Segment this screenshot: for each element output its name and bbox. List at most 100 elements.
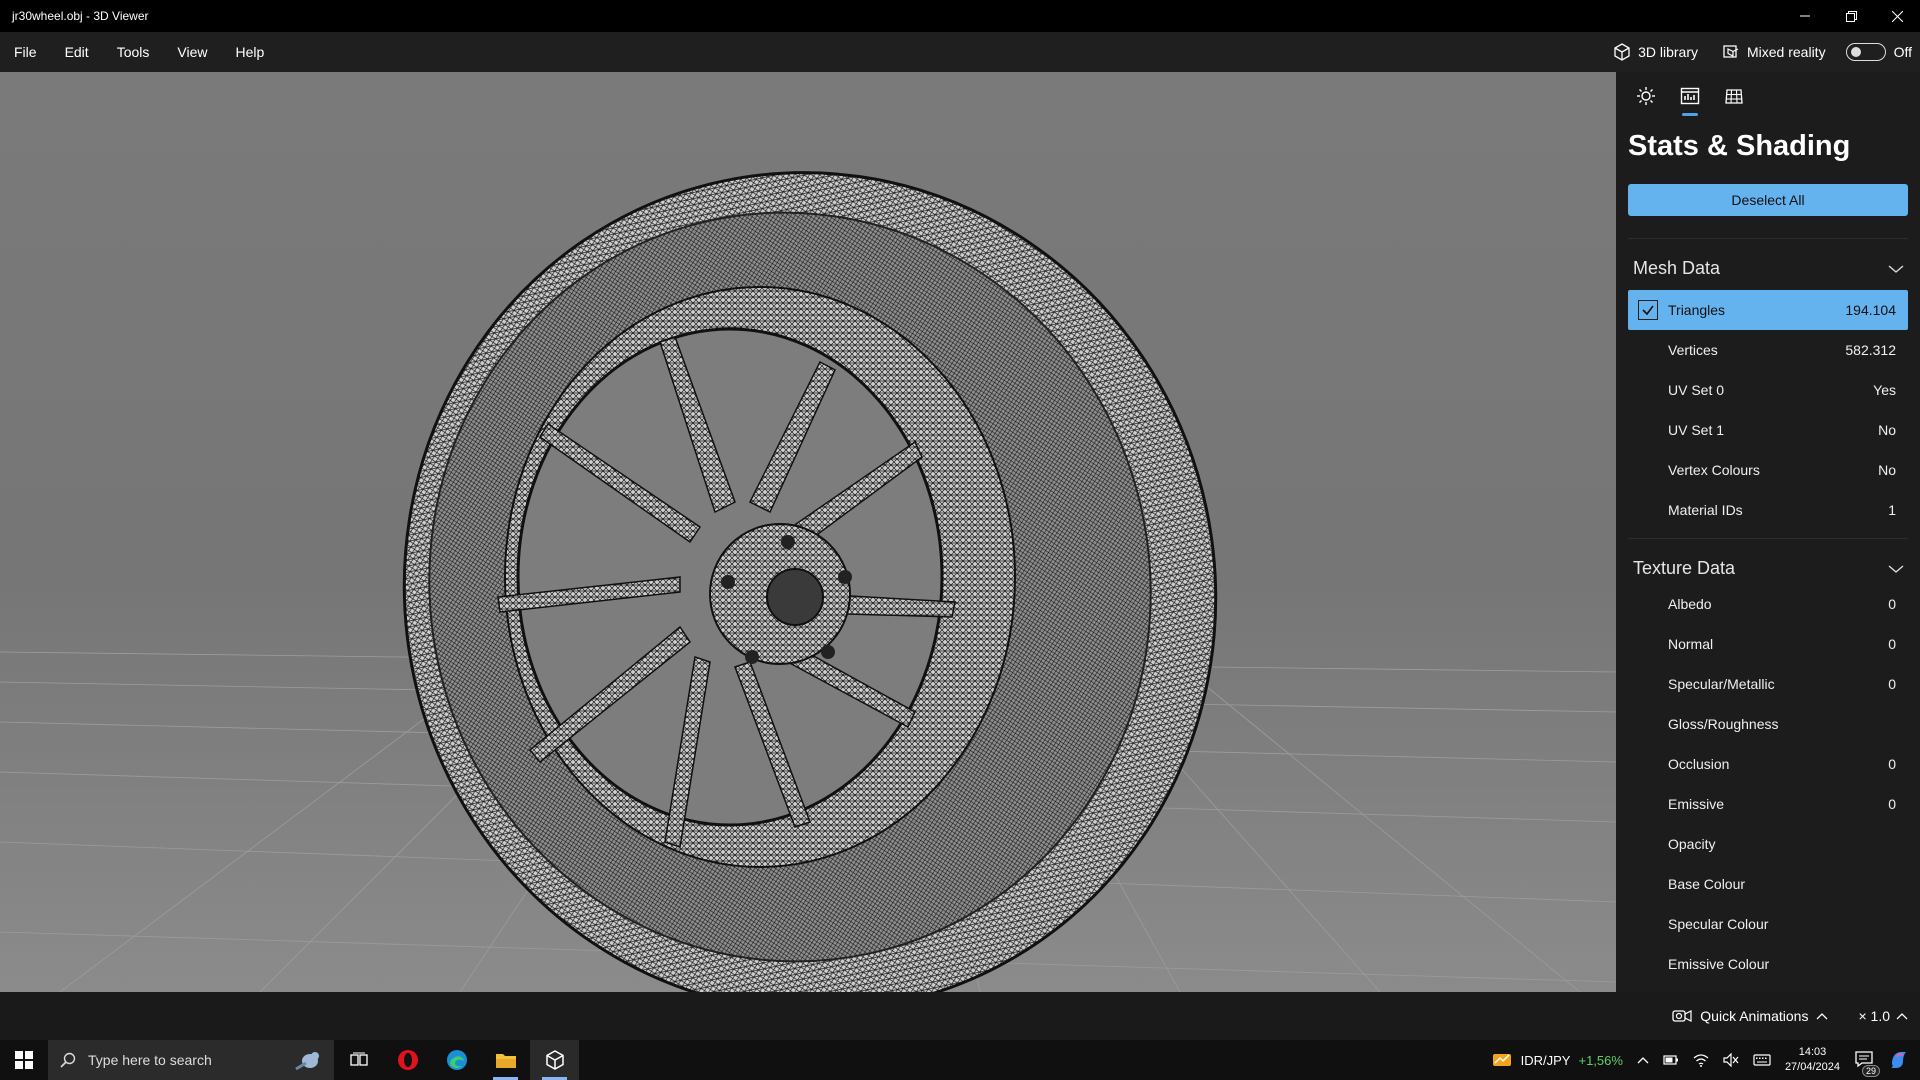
restore-button[interactable] <box>1828 0 1874 32</box>
row-value: 0 <box>1888 596 1896 612</box>
3d-viewport[interactable] <box>0 72 1616 992</box>
tab-lighting[interactable] <box>1626 72 1666 120</box>
quick-animations-button[interactable]: Quick Animations <box>1672 1008 1828 1024</box>
tab-grid[interactable] <box>1714 72 1754 120</box>
texture-row-emissive[interactable]: Emissive 0 <box>1628 784 1908 824</box>
toggle-state-label: Off <box>1893 44 1912 60</box>
texture-data-list: Albedo 0 Normal 0 Specular/Metallic 0 Gloss… <box>1628 584 1908 984</box>
taskbar-search-box[interactable]: Type here to search <box>48 1040 334 1080</box>
taskbar-clock[interactable]: 14:03 27/04/2024 <box>1785 1045 1840 1075</box>
chevron-up-icon <box>1896 1013 1908 1020</box>
mesh-row-uv-set-0[interactable]: UV Set 0 Yes <box>1628 370 1908 410</box>
panel-tabs <box>1616 72 1920 120</box>
wifi-icon[interactable] <box>1693 1053 1709 1067</box>
texture-row-specular-metallic[interactable]: Specular/Metallic 0 <box>1628 664 1908 704</box>
close-icon <box>1891 10 1903 22</box>
texture-row-normal[interactable]: Normal 0 <box>1628 624 1908 664</box>
chevron-up-icon <box>1817 1013 1828 1020</box>
task-view-button[interactable] <box>334 1040 383 1080</box>
notification-center-button[interactable]: 29 <box>1854 1050 1880 1077</box>
row-label: UV Set 1 <box>1668 422 1725 438</box>
3d-library-button[interactable]: 3D library <box>1605 43 1706 61</box>
row-label: Occlusion <box>1668 756 1730 772</box>
clock-time: 14:03 <box>1798 1046 1827 1058</box>
search-icon <box>60 1052 76 1068</box>
menu-help[interactable]: Help <box>221 32 278 72</box>
edge-app-button[interactable] <box>432 1040 481 1080</box>
panel-title: Stats & Shading <box>1628 130 1851 162</box>
mesh-row-uv-set-1[interactable]: UV Set 1 No <box>1628 410 1908 450</box>
folder-icon <box>495 1054 516 1068</box>
deselect-all-button[interactable]: Deselect All <box>1628 184 1908 216</box>
row-label: Material IDs <box>1668 502 1743 518</box>
task-view-icon <box>349 1052 368 1066</box>
row-label: Triangles <box>1668 302 1726 318</box>
mesh-data-header[interactable]: Mesh Data <box>1628 238 1908 284</box>
texture-data-header[interactable]: Texture Data <box>1628 538 1908 584</box>
mesh-row-triangles[interactable]: Triangles 194.104 <box>1628 290 1908 330</box>
animation-bar: Quick Animations × 1.0 <box>0 992 1920 1040</box>
texture-row-base-colour[interactable]: Base Colour <box>1628 864 1908 904</box>
title-bar: jr30wheel.obj - 3D Viewer <box>0 0 1920 32</box>
file-explorer-button[interactable] <box>481 1040 530 1080</box>
row-label: Emissive Colour <box>1668 956 1770 972</box>
row-label: Gloss/Roughness <box>1668 716 1779 732</box>
texture-data-title: Texture Data <box>1633 558 1736 578</box>
texture-row-occlusion[interactable]: Occlusion 0 <box>1628 744 1908 784</box>
3d-viewer-app-button[interactable] <box>530 1040 579 1080</box>
wheel-model-render <box>0 171 1616 992</box>
stock-ticker-widget[interactable]: IDR/JPY +1,56% <box>1491 1050 1623 1070</box>
mixed-reality-toggle[interactable] <box>1845 43 1886 61</box>
battery-icon[interactable] <box>1663 1053 1679 1067</box>
ticker-change: +1,56% <box>1578 1052 1623 1068</box>
mesh-row-vertex-colours[interactable]: Vertex Colours No <box>1628 450 1908 490</box>
menu-tools[interactable]: Tools <box>103 32 164 72</box>
row-label: Normal <box>1668 636 1714 652</box>
start-button[interactable] <box>0 1040 48 1080</box>
checkmark-icon <box>1642 305 1654 316</box>
speed-selector[interactable]: × 1.0 <box>1858 1008 1908 1024</box>
search-placeholder: Type here to search <box>88 1052 212 1068</box>
row-label: Emissive <box>1668 796 1725 812</box>
row-value: 0 <box>1888 676 1896 692</box>
ticker-symbol: IDR/JPY <box>1520 1052 1571 1068</box>
speed-label: × 1.0 <box>1858 1008 1890 1024</box>
opera-icon <box>397 1050 418 1070</box>
copilot-icon[interactable] <box>1888 1049 1910 1071</box>
mixed-reality-icon <box>1723 45 1739 58</box>
tab-stats[interactable] <box>1670 72 1710 120</box>
row-label: Vertex Colours <box>1668 462 1760 478</box>
stats-icon <box>1680 87 1700 105</box>
3d-viewer-icon <box>545 1050 564 1070</box>
mesh-row-material-ids[interactable]: Material IDs 1 <box>1628 490 1908 530</box>
menu-edit[interactable]: Edit <box>51 32 103 72</box>
mixed-reality-button[interactable]: Mixed reality <box>1714 43 1834 61</box>
keyboard-icon[interactable] <box>1753 1053 1771 1067</box>
window-title: jr30wheel.obj - 3D Viewer <box>12 9 149 23</box>
close-button[interactable] <box>1874 0 1920 32</box>
texture-row-gloss-roughness[interactable]: Gloss/Roughness <box>1628 704 1908 744</box>
menu-view[interactable]: View <box>163 32 221 72</box>
system-tray: IDR/JPY +1,56% 14:03 27/04/2024 29 <box>1491 1045 1920 1077</box>
row-value: 0 <box>1888 636 1896 652</box>
currency-chart-icon <box>1492 1054 1511 1066</box>
texture-row-specular-colour[interactable]: Specular Colour <box>1628 904 1908 944</box>
row-label: Vertices <box>1668 342 1718 358</box>
row-value: 194.104 <box>1845 302 1896 318</box>
minimize-button[interactable] <box>1782 0 1828 32</box>
texture-row-emissive-colour[interactable]: Emissive Colour <box>1628 944 1908 984</box>
speaker-muted-icon[interactable] <box>1723 1053 1739 1067</box>
row-value: No <box>1878 422 1896 438</box>
mesh-row-vertices[interactable]: Vertices 582.312 <box>1628 330 1908 370</box>
stats-shading-panel: Stats & Shading Deselect All Mesh Data T… <box>1616 72 1920 992</box>
texture-row-albedo[interactable]: Albedo 0 <box>1628 584 1908 624</box>
chevron-up-icon[interactable] <box>1637 1056 1649 1064</box>
triangles-checkbox[interactable] <box>1638 300 1658 320</box>
mesh-data-title: Mesh Data <box>1633 258 1721 278</box>
opera-app-button[interactable] <box>383 1040 432 1080</box>
menu-bar: File Edit Tools View Help 3D library Mix… <box>0 32 1920 72</box>
menu-file[interactable]: File <box>0 32 51 72</box>
texture-row-opacity[interactable]: Opacity <box>1628 824 1908 864</box>
restore-icon <box>1845 10 1857 22</box>
row-label: Opacity <box>1668 836 1716 852</box>
